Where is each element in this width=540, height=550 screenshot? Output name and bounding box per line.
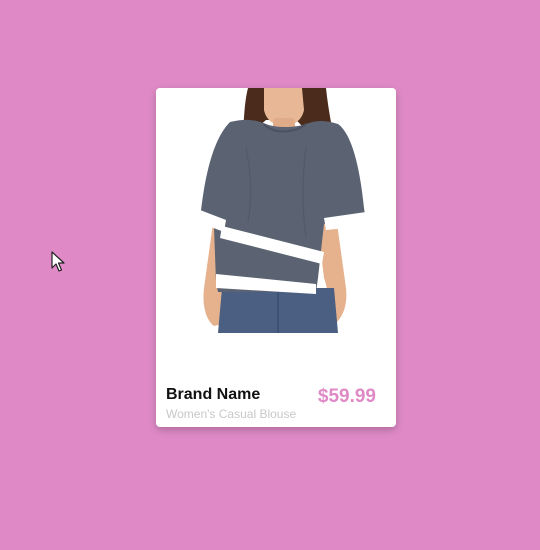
product-price: $59.99 <box>317 386 376 407</box>
product-card[interactable]: Brand Name Women's Casual Blouse $59.99 <box>156 88 396 427</box>
product-image[interactable] <box>156 88 396 333</box>
product-info: Brand Name Women's Casual Blouse $59.99 <box>166 386 376 422</box>
brand-name: Brand Name <box>166 386 261 403</box>
mouse-pointer-icon <box>51 251 65 272</box>
product-description: Women's Casual Blouse <box>166 407 297 421</box>
